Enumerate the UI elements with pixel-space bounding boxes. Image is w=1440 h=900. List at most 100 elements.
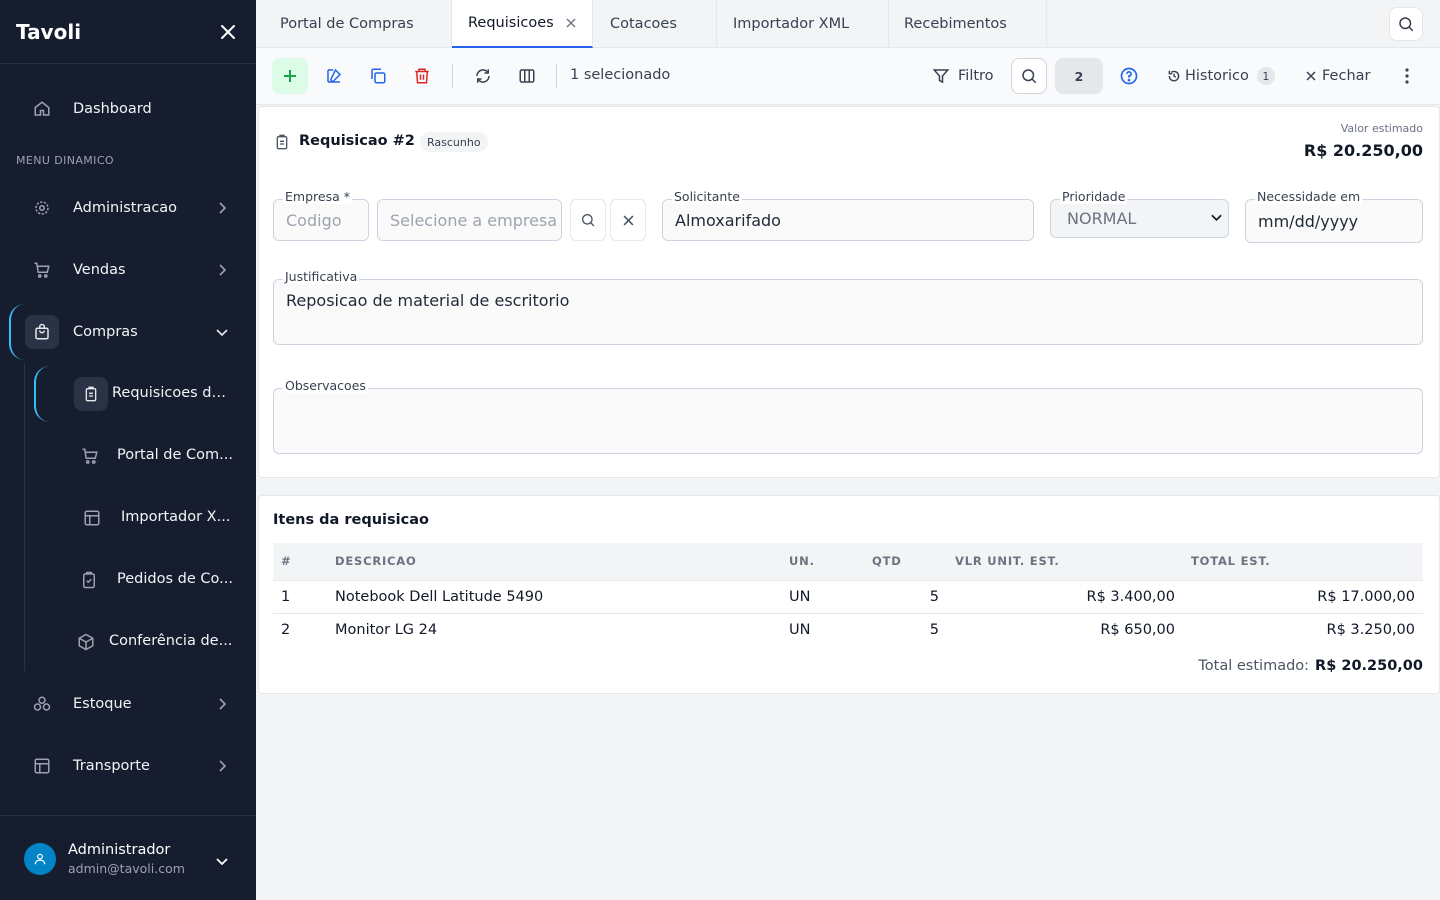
observacoes-label: Observacoes [283,378,368,393]
tab-bar: Portal de Compras Requisicoes Cotacoes I… [256,0,1440,48]
necessidade-date-input[interactable]: mm/dd/yyyy [1245,199,1423,243]
chevron-down-icon[interactable] [216,850,228,869]
sidebar-item-label: Dashboard [73,101,152,117]
empresa-select-input[interactable]: Selecione a empresa [377,199,562,241]
prioridade-value: NORMAL [1067,209,1137,228]
sidebar-item-label: Administracao [73,200,178,216]
sidebar-subitem-requisicoes[interactable]: Requisicoes de... [0,372,256,416]
brand-logo: Tavoli [16,19,82,44]
plus-icon [282,68,298,84]
table-row[interactable]: 2 Monitor LG 24 UN 5 R$ 650,00 R$ 3.250,… [273,612,1423,646]
user-menu[interactable]: Administrador admin@tavoli.com [0,815,256,900]
history-icon [1167,69,1181,83]
tab-recebimentos[interactable]: Recebimentos [889,0,1047,48]
search-icon [1020,67,1038,85]
cart-icon [32,260,52,280]
toolbar-divider [556,64,557,88]
sidebar-item-compras[interactable]: Compras [0,310,256,354]
prioridade-select[interactable]: NORMAL [1050,199,1229,238]
table-header-row: # DESCRICAO UN. QTD VLR UNIT. EST. TOTAL… [273,543,1423,580]
close-button[interactable]: Fechar [1306,58,1370,94]
history-button[interactable]: Historico 1 [1167,58,1275,94]
filter-label: Filtro [958,68,994,84]
tab-label: Recebimentos [904,16,1007,32]
chevron-right-icon [214,200,230,216]
tab-requisicoes[interactable]: Requisicoes [452,0,593,48]
column-header: UN. [781,543,864,580]
sidebar-header: Tavoli [0,0,256,64]
sidebar-subitem-label: Conferência de... [109,633,233,649]
solicitante-input[interactable]: Almoxarifado [662,199,1034,241]
tab-portal-de-compras[interactable]: Portal de Compras [256,0,452,48]
sidebar-item-vendas[interactable]: Vendas [0,248,256,292]
sidebar-subitem-label: Pedidos de Co... [117,571,233,587]
copy-icon [369,67,387,85]
search-toggle-button[interactable] [1011,58,1047,94]
delete-button[interactable] [404,58,440,94]
sidebar-item-dashboard[interactable]: Dashboard [0,87,256,131]
sidebar-subitem-portal[interactable]: Portal de Com... [0,434,256,478]
sidebar-item-estoque[interactable]: Estoque [0,682,256,726]
selection-count: 1 selecionado [570,67,671,83]
sidebar-subitem-conferencia[interactable]: Conferência de... [0,620,256,664]
toolbar: 1 selecionado Filtro 2 Historico 1 Fecha… [256,48,1440,105]
chevron-right-icon [214,758,230,774]
clipboard-icon [74,377,108,411]
observacoes-textarea[interactable] [273,388,1423,454]
tab-cotacoes[interactable]: Cotacoes [593,0,717,48]
sidebar-item-administracao[interactable]: Administracao [0,186,256,230]
total-summary: Total estimado: R$ 20.250,00 [1198,658,1423,674]
refresh-icon [474,67,492,85]
help-button[interactable] [1111,58,1147,94]
kebab-icon [1405,68,1409,84]
column-header: # [273,543,327,580]
cell-unit: UN [781,579,864,613]
tab-label: Cotacoes [610,16,677,32]
columns-button[interactable] [509,58,545,94]
justificativa-textarea[interactable]: Reposicao de material de escritorio [273,279,1423,345]
cell-unit-price: R$ 650,00 [947,612,1183,646]
sidebar-subitem-pedidos[interactable]: Pedidos de Co... [0,558,256,602]
clipboard-check-icon [79,570,99,590]
home-icon [32,99,52,119]
tab-label: Importador XML [733,16,850,32]
chevron-down-icon [214,324,230,340]
cell-index: 2 [273,612,327,646]
sidebar-item-label: Estoque [73,696,132,712]
layout-icon [32,756,52,776]
duplicate-button[interactable] [360,58,396,94]
refresh-button[interactable] [465,58,501,94]
total-value: R$ 20.250,00 [1315,658,1423,674]
close-tab-icon[interactable] [566,18,576,28]
close-icon [1306,71,1316,81]
cell-total: R$ 3.250,00 [1183,612,1423,646]
edit-button[interactable] [316,58,352,94]
estimated-value-label: Valor estimado [1340,122,1423,135]
tab-label: Requisicoes [468,15,554,31]
chevron-right-icon [214,696,230,712]
filter-icon [932,67,950,85]
filter-button[interactable]: Filtro [932,58,994,94]
empresa-search-button[interactable] [570,199,606,241]
close-sidebar-icon[interactable] [216,20,240,44]
add-button[interactable] [272,58,308,94]
solicitante-label: Solicitante [672,189,742,204]
tab-importador-xml[interactable]: Importador XML [717,0,889,48]
empresa-clear-button[interactable] [610,199,646,241]
package-icon [76,632,96,652]
help-icon [1119,66,1139,86]
trash-icon [413,67,431,85]
empresa-code-input[interactable]: Codigo [273,199,369,241]
sidebar: Tavoli Dashboard MENU DINAMICO Administr… [0,0,256,900]
more-options-button[interactable] [1389,58,1425,94]
sidebar-item-transporte[interactable]: Transporte [0,744,256,788]
cell-unit: UN [781,612,864,646]
toolbar-divider [452,64,453,88]
search-button[interactable] [1389,7,1423,41]
cell-index: 1 [273,579,327,613]
table-row[interactable]: 1 Notebook Dell Latitude 5490 UN 5 R$ 3.… [273,579,1423,613]
page-number[interactable]: 2 [1055,58,1103,94]
sidebar-subitem-importador[interactable]: Importador X... [0,496,256,540]
history-label: Historico [1185,68,1249,84]
chevron-right-icon [214,262,230,278]
